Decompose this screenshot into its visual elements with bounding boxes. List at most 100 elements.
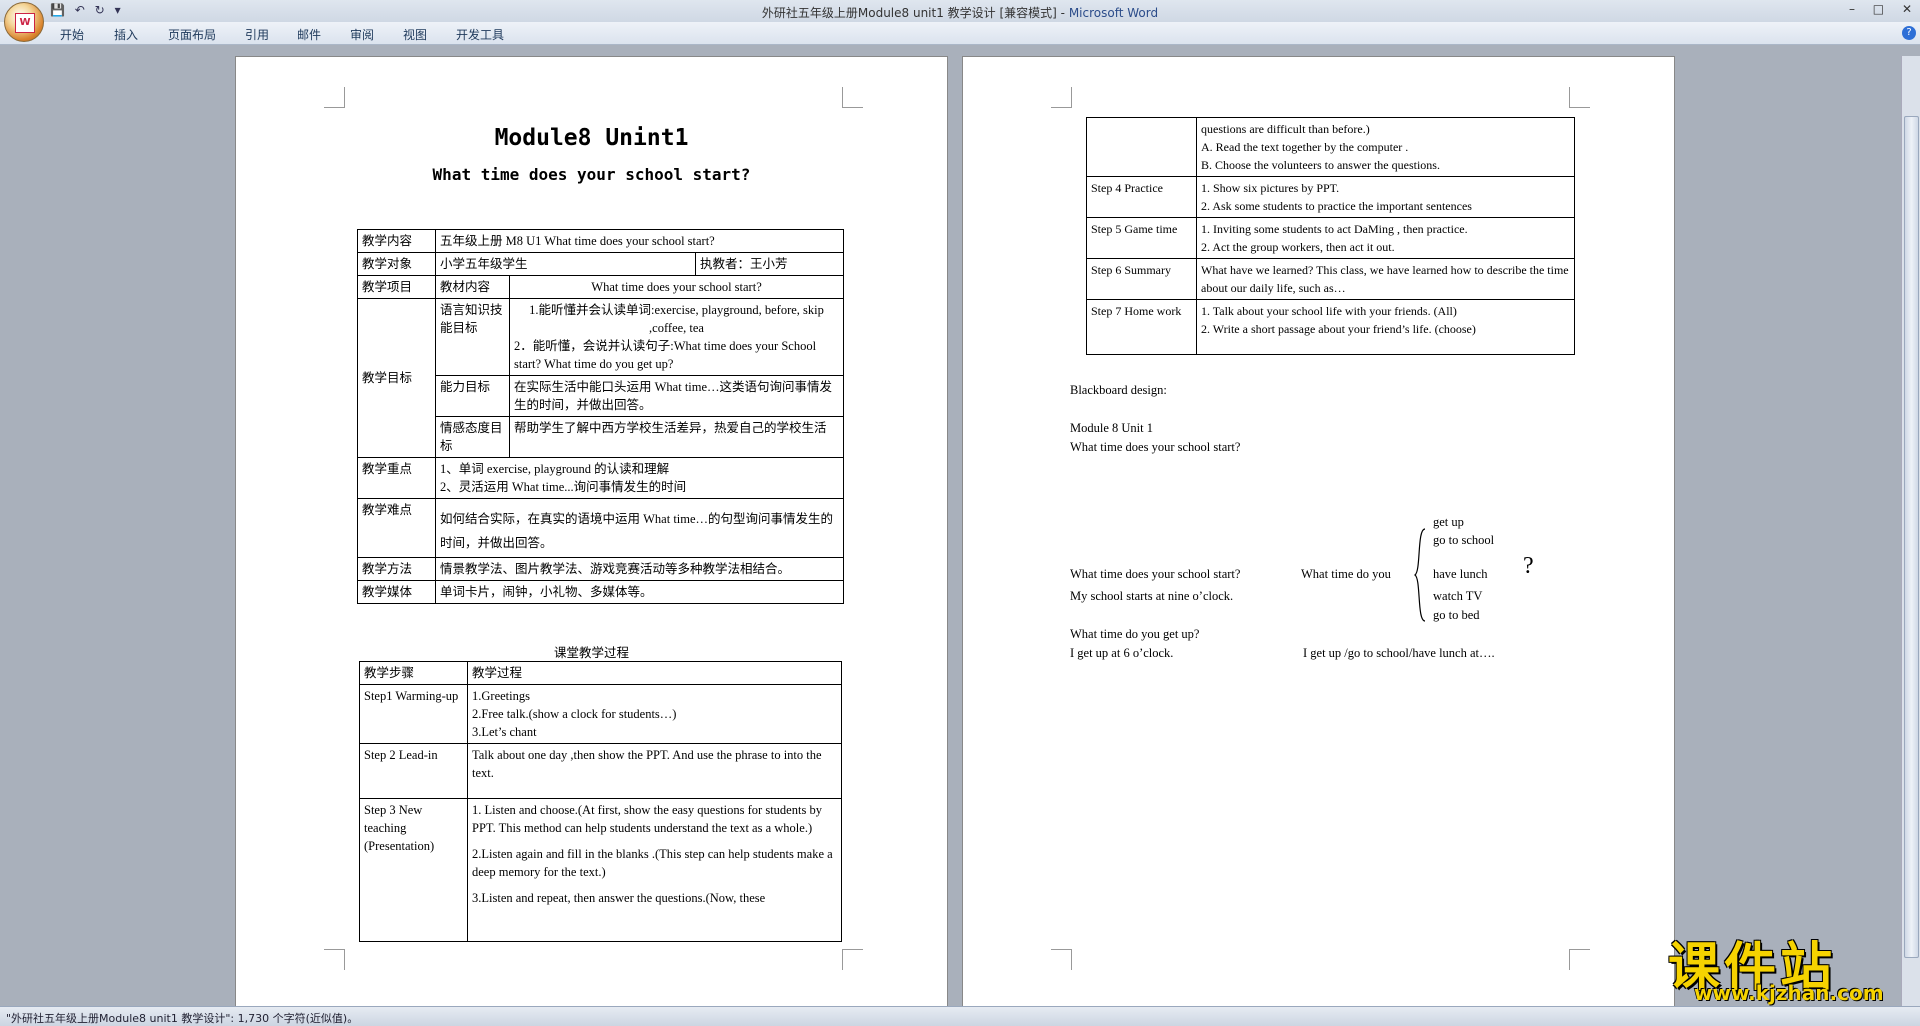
step-content[interactable]: questions are difficult than before.) A. …	[1196, 117, 1575, 177]
blackboard-question: What time does your school start?	[1070, 440, 1241, 454]
step-name: Step 6 Summary	[1086, 258, 1197, 300]
info-value[interactable]: What time does your school start?	[508, 275, 845, 299]
blackboard-q2: What time do you get up?	[1070, 627, 1200, 641]
table-row: Step 6 Summary What have we learned? Thi…	[1086, 258, 1575, 300]
step-name: Step 7 Home work	[1086, 299, 1197, 355]
table-row: 教学媒体 单词卡片，闹钟，小礼物、多媒体等。	[357, 580, 845, 604]
redo-icon[interactable]: ↻	[95, 3, 105, 17]
info-label: 教学难点	[357, 498, 436, 558]
step-content[interactable]: 1. Inviting some students to act DaMing …	[1196, 217, 1575, 259]
table-row: 教学方法 情景教学法、图片教学法、游戏竞赛活动等多种教学法相结合。	[357, 557, 845, 581]
step-name: Step 2 Lead-in	[359, 743, 468, 799]
save-icon[interactable]: 💾	[50, 3, 65, 17]
info-value[interactable]: 单词卡片，闹钟，小礼物、多媒体等。	[434, 580, 845, 604]
status-text: "外研社五年级上册Module8 unit1 教学设计": 1,730 个字符(…	[6, 1012, 359, 1025]
process-title: 课堂教学过程	[553, 646, 629, 660]
crop-mark	[1569, 949, 1590, 970]
minimize-button[interactable]: –	[1849, 2, 1855, 16]
tab-page-layout[interactable]: 页面布局	[168, 26, 216, 43]
info-value[interactable]: 在实际生活中能口头运用 What time…这类语句询问事情发生的时间，并做出回…	[508, 375, 845, 417]
tab-developer[interactable]: 开发工具	[456, 26, 504, 43]
ribbon-tabs: 开始 插入 页面布局 引用 邮件 审阅 视图 开发工具 ?	[0, 22, 1920, 45]
status-bar: "外研社五年级上册Module8 unit1 教学设计": 1,730 个字符(…	[0, 1006, 1920, 1026]
help-icon[interactable]: ?	[1902, 26, 1916, 40]
column-header: 教学步骤	[359, 661, 468, 685]
office-button[interactable]: W	[4, 2, 44, 42]
close-button[interactable]: ✕	[1902, 2, 1912, 16]
info-value[interactable]: 执教者：王小芳	[694, 252, 845, 276]
process-table: 教学步骤 教学过程 Step1 Warming-up 1.Greetings 2.…	[359, 661, 842, 942]
step-name: Step 4 Practice	[1086, 176, 1197, 218]
info-value[interactable]: 帮助学生了解中西方学校生活差异，热爱自己的学校生活	[508, 416, 845, 458]
process-table-continued: questions are difficult than before.) A. …	[1086, 117, 1575, 355]
page-title: Module8 Unint1	[494, 125, 689, 151]
table-row: Step 3 New teaching (Presentation) 1. Li…	[359, 798, 842, 942]
crop-mark	[324, 949, 345, 970]
option-item: watch TV	[1433, 589, 1483, 603]
step-content[interactable]: Talk about one day ,then show the PPT. A…	[467, 743, 842, 799]
info-value[interactable]: 五年级上册 M8 U1 What time does your school s…	[434, 229, 845, 253]
tab-review[interactable]: 审阅	[350, 26, 374, 43]
blackboard-prompt: What time do you	[1301, 567, 1391, 581]
info-value[interactable]: 1.能听懂并会认读单词:exercise, playground, before…	[508, 298, 845, 376]
document-page-1: Module8 Unint1 What time does your schoo…	[235, 56, 948, 1008]
blackboard-a3: I get up /go to school/have lunch at….	[1303, 646, 1495, 660]
table-row: 教学内容 五年级上册 M8 U1 What time does your sch…	[357, 229, 845, 253]
info-value[interactable]: 情景教学法、图片教学法、游戏竞赛活动等多种教学法相结合。	[434, 557, 845, 581]
table-row: 教学对象 小学五年级学生 执教者：王小芳	[357, 252, 845, 276]
info-label: 情感态度目标	[435, 416, 510, 458]
tab-insert[interactable]: 插入	[114, 26, 138, 43]
step-content[interactable]: 1. Show six pictures by PPT. 2. Ask some …	[1196, 176, 1575, 218]
option-item: go to school	[1433, 533, 1495, 547]
table-row: Step1 Warming-up 1.Greetings 2.Free talk.…	[359, 684, 842, 744]
blackboard-a1: My school starts at nine o’clock.	[1070, 589, 1234, 603]
step-name: Step 3 New teaching (Presentation)	[359, 798, 468, 942]
info-label: 教学目标	[357, 298, 436, 458]
restore-button[interactable]: □	[1873, 2, 1884, 16]
info-label: 教学媒体	[357, 580, 436, 604]
table-row: Step 5 Game time 1. Inviting some studen…	[1086, 217, 1575, 259]
crop-mark	[1051, 949, 1072, 970]
blackboard-q1: What time does your school start?	[1070, 567, 1241, 581]
option-item: have lunch	[1433, 567, 1488, 581]
tab-view[interactable]: 视图	[403, 26, 427, 43]
customize-toolbar-icon[interactable]: ▾	[115, 3, 121, 17]
info-label: 教学方法	[357, 557, 436, 581]
table-row: Step 2 Lead-in Talk about one day ,then …	[359, 743, 842, 799]
info-value[interactable]: 小学五年级学生	[435, 252, 696, 276]
scrollbar-thumb[interactable]	[1904, 116, 1919, 958]
brace-icon	[1413, 528, 1426, 622]
crop-mark	[1051, 87, 1072, 108]
table-row: questions are difficult than before.) A. …	[1086, 117, 1575, 177]
table-row: 教学难点 如何结合实际，在真实的语境中运用 What time…的句型询问事情发…	[357, 498, 845, 558]
step-name: Step1 Warming-up	[359, 684, 468, 744]
step-content[interactable]: 1. Listen and choose.(At first, show the…	[467, 798, 842, 942]
vertical-scrollbar[interactable]	[1901, 56, 1920, 1006]
info-label: 教材内容	[435, 275, 510, 299]
undo-icon[interactable]: ↶	[75, 3, 85, 17]
tab-home[interactable]: 开始	[60, 26, 84, 43]
step-name: Step 5 Game time	[1086, 217, 1197, 259]
question-mark: ?	[1523, 553, 1534, 579]
info-label: 语言知识技能目标	[435, 298, 510, 376]
watermark-logo: 课件站 www.kjzhan.com	[1668, 938, 1884, 1005]
column-header: 教学过程	[467, 661, 842, 685]
step-content[interactable]: What have we learned? This class, we hav…	[1196, 258, 1575, 300]
info-label: 教学内容	[357, 229, 436, 253]
info-value[interactable]: 1、单词 exercise, playground 的认读和理解 2、灵活运用 W…	[434, 457, 845, 499]
info-value[interactable]: 如何结合实际，在真实的语境中运用 What time…的句型询问事情发生的时间，…	[434, 498, 845, 558]
step-content[interactable]: 1.Greetings 2.Free talk.(show a clock for…	[467, 684, 842, 744]
tab-references[interactable]: 引用	[245, 26, 269, 43]
table-row: 教学目标 语言知识技能目标 1.能听懂并会认读单词:exercise, play…	[357, 298, 845, 458]
table-row: 教学步骤 教学过程	[359, 661, 842, 685]
blackboard-unit: Module 8 Unit 1	[1070, 421, 1153, 435]
blackboard-heading: Blackboard design:	[1070, 383, 1167, 397]
step-content[interactable]: 1. Talk about your school life with your…	[1196, 299, 1575, 355]
quick-access-toolbar: 💾 ↶ ↻ ▾	[50, 3, 127, 17]
office-logo-icon: W	[15, 13, 35, 33]
title-bar: 外研社五年级上册Module8 unit1 教学设计 [兼容模式] - Micr…	[0, 0, 1920, 22]
tab-mailings[interactable]: 邮件	[297, 26, 321, 43]
info-label: 教学项目	[357, 275, 436, 299]
info-label: 能力目标	[435, 375, 510, 417]
option-item: go to bed	[1433, 608, 1480, 622]
